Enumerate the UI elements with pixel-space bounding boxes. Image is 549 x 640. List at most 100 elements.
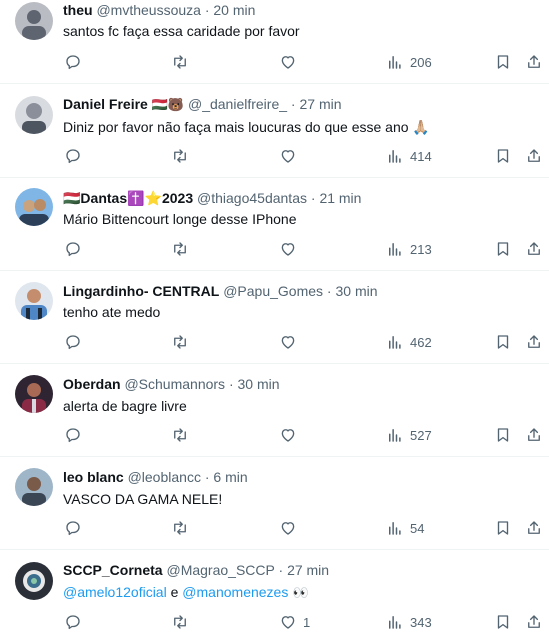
tweet-text: VASCO DA GAMA NELE! [63,491,223,507]
bookmark-button[interactable] [494,51,512,73]
bookmark-button[interactable] [494,517,512,539]
like-icon [281,616,295,629]
avatar[interactable] [15,562,53,600]
bookmark-button[interactable] [494,238,512,260]
retweet-button[interactable] [171,517,189,539]
share-button[interactable] [525,611,543,633]
display-name[interactable]: theu [63,2,93,18]
like-icon [281,56,295,69]
reply-icon [66,242,80,257]
views-button[interactable]: 206 [386,51,432,73]
user-handle[interactable]: @_danielfreire_ [188,96,287,112]
retweet-icon [174,335,186,349]
retweet-button[interactable] [171,424,189,446]
retweet-button[interactable] [171,238,189,260]
reply-button[interactable] [64,145,82,167]
bookmark-button[interactable] [494,611,512,633]
like-icon [281,336,295,349]
share-icon [528,615,540,628]
user-handle[interactable]: @Magrao_SCCP [166,562,274,578]
avatar[interactable] [15,96,53,134]
display-name[interactable]: SCCP_Corneta [63,562,163,578]
share-button[interactable] [525,331,543,353]
reply-button[interactable] [64,517,82,539]
like-button[interactable] [279,331,303,353]
display-name[interactable]: leo blanc [63,469,124,485]
separator: · [204,469,210,485]
like-button[interactable] [279,424,303,446]
retweet-button[interactable] [171,331,189,353]
user-handle[interactable]: @Schumannors [124,376,225,392]
like-button[interactable] [279,238,303,260]
like-button[interactable]: 1 [279,611,310,633]
like-button[interactable] [279,145,303,167]
views-button[interactable]: 54 [386,517,424,539]
reply-button[interactable] [64,611,82,633]
user-handle[interactable]: @leoblancc [128,469,201,485]
separator: · [310,190,316,206]
user-handle[interactable]: @thiago45dantas [197,190,307,206]
display-name[interactable]: Oberdan [63,376,121,392]
bookmark-icon [497,242,509,256]
reply-button[interactable] [64,331,82,353]
views-button[interactable]: 527 [386,424,432,446]
tweet-text: tenho ate medo [63,304,161,320]
separator: · [278,562,284,578]
tweet-text: santos fc faça essa caridade por favor [63,23,300,39]
avatar[interactable] [15,282,53,320]
avatar[interactable] [15,375,53,413]
display-name[interactable]: 🇭🇺Dantas✝️⭐2023 [63,190,193,206]
timestamp[interactable]: 27 min [287,562,329,578]
views-button[interactable]: 462 [386,331,432,353]
retweet-icon [174,149,186,163]
timestamp[interactable]: 27 min [299,96,341,112]
tweet-header: SCCP_Corneta @Magrao_SCCP · 27 min [63,560,539,580]
bookmark-button[interactable] [494,424,512,446]
mention-link[interactable]: @manomenezes [182,584,288,600]
views-button[interactable]: 343 [386,611,432,633]
views-button[interactable]: 414 [386,145,432,167]
display-name[interactable]: Daniel Freire [63,96,148,112]
bookmark-button[interactable] [494,145,512,167]
share-button[interactable] [525,145,543,167]
retweet-button[interactable] [171,145,189,167]
mention-link[interactable]: @amelo12oficial [63,584,167,600]
like-button[interactable] [279,51,303,73]
user-handle[interactable]: @Papu_Gomes [223,283,323,299]
tweet-text: alerta de bagre livre [63,398,187,414]
retweet-icon [174,55,186,69]
reply-button[interactable] [64,424,82,446]
views-button[interactable]: 213 [386,238,432,260]
bookmark-icon [497,55,509,69]
timestamp[interactable]: 30 min [238,376,280,392]
reply-button[interactable] [64,238,82,260]
reply-button[interactable] [64,51,82,73]
share-button[interactable] [525,517,543,539]
share-icon [528,55,540,68]
timestamp[interactable]: 6 min [213,469,247,485]
tweet-actions: 527 [0,424,549,446]
avatar[interactable] [15,188,53,226]
share-button[interactable] [525,424,543,446]
avatar[interactable] [15,2,53,40]
user-handle[interactable]: @mvtheussouza [96,2,200,18]
like-icon [281,243,295,256]
retweet-icon [174,615,186,629]
timestamp[interactable]: 21 min [319,190,361,206]
bookmark-button[interactable] [494,331,512,353]
retweet-button[interactable] [171,51,189,73]
like-icon [281,150,295,163]
timestamp[interactable]: 30 min [335,283,377,299]
views-icon [389,243,401,256]
timestamp[interactable]: 20 min [213,2,255,18]
views-icon [389,336,401,349]
reply-feed: theu @mvtheussouza · 20 min santos fc fa… [0,0,549,640]
share-button[interactable] [525,238,543,260]
views-count: 343 [410,614,432,630]
tweet-header: 🇭🇺Dantas✝️⭐2023 @thiago45dantas · 21 min [63,188,539,208]
avatar[interactable] [15,468,53,506]
share-button[interactable] [525,51,543,73]
display-name[interactable]: Lingardinho- CENTRAL [63,283,219,299]
like-button[interactable] [279,517,303,539]
retweet-button[interactable] [171,611,189,633]
